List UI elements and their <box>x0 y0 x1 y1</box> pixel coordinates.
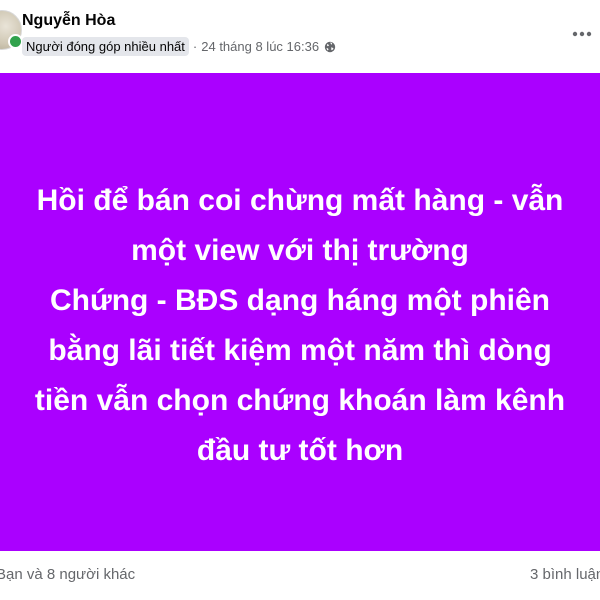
author-avatar-wrap[interactable] <box>0 10 23 50</box>
post-meta: Người đóng góp nhiều nhất · 24 tháng 8 l… <box>22 37 336 56</box>
post-card: Nguyễn Hòa Người đóng góp nhiều nhất · 2… <box>0 0 600 600</box>
online-status-dot <box>8 34 23 49</box>
post-content-background: Hồi để bán coi chừng mất hàng - vẫn một … <box>0 73 600 551</box>
meta-separator: · <box>192 39 198 54</box>
author-name[interactable]: Nguyễn Hòa <box>22 12 115 30</box>
post-text: Hồi để bán coi chừng mất hàng - vẫn một … <box>34 184 566 467</box>
top-contributor-badge[interactable]: Người đóng góp nhiều nhất <box>22 37 189 56</box>
globe-icon[interactable] <box>324 41 336 53</box>
comments-count[interactable]: 3 bình luận <box>530 566 600 583</box>
more-options-icon[interactable] <box>572 24 592 37</box>
reactions-summary[interactable]: Bạn và 8 người khác <box>0 566 135 583</box>
post-timestamp[interactable]: 24 tháng 8 lúc 16:36 <box>201 39 319 54</box>
